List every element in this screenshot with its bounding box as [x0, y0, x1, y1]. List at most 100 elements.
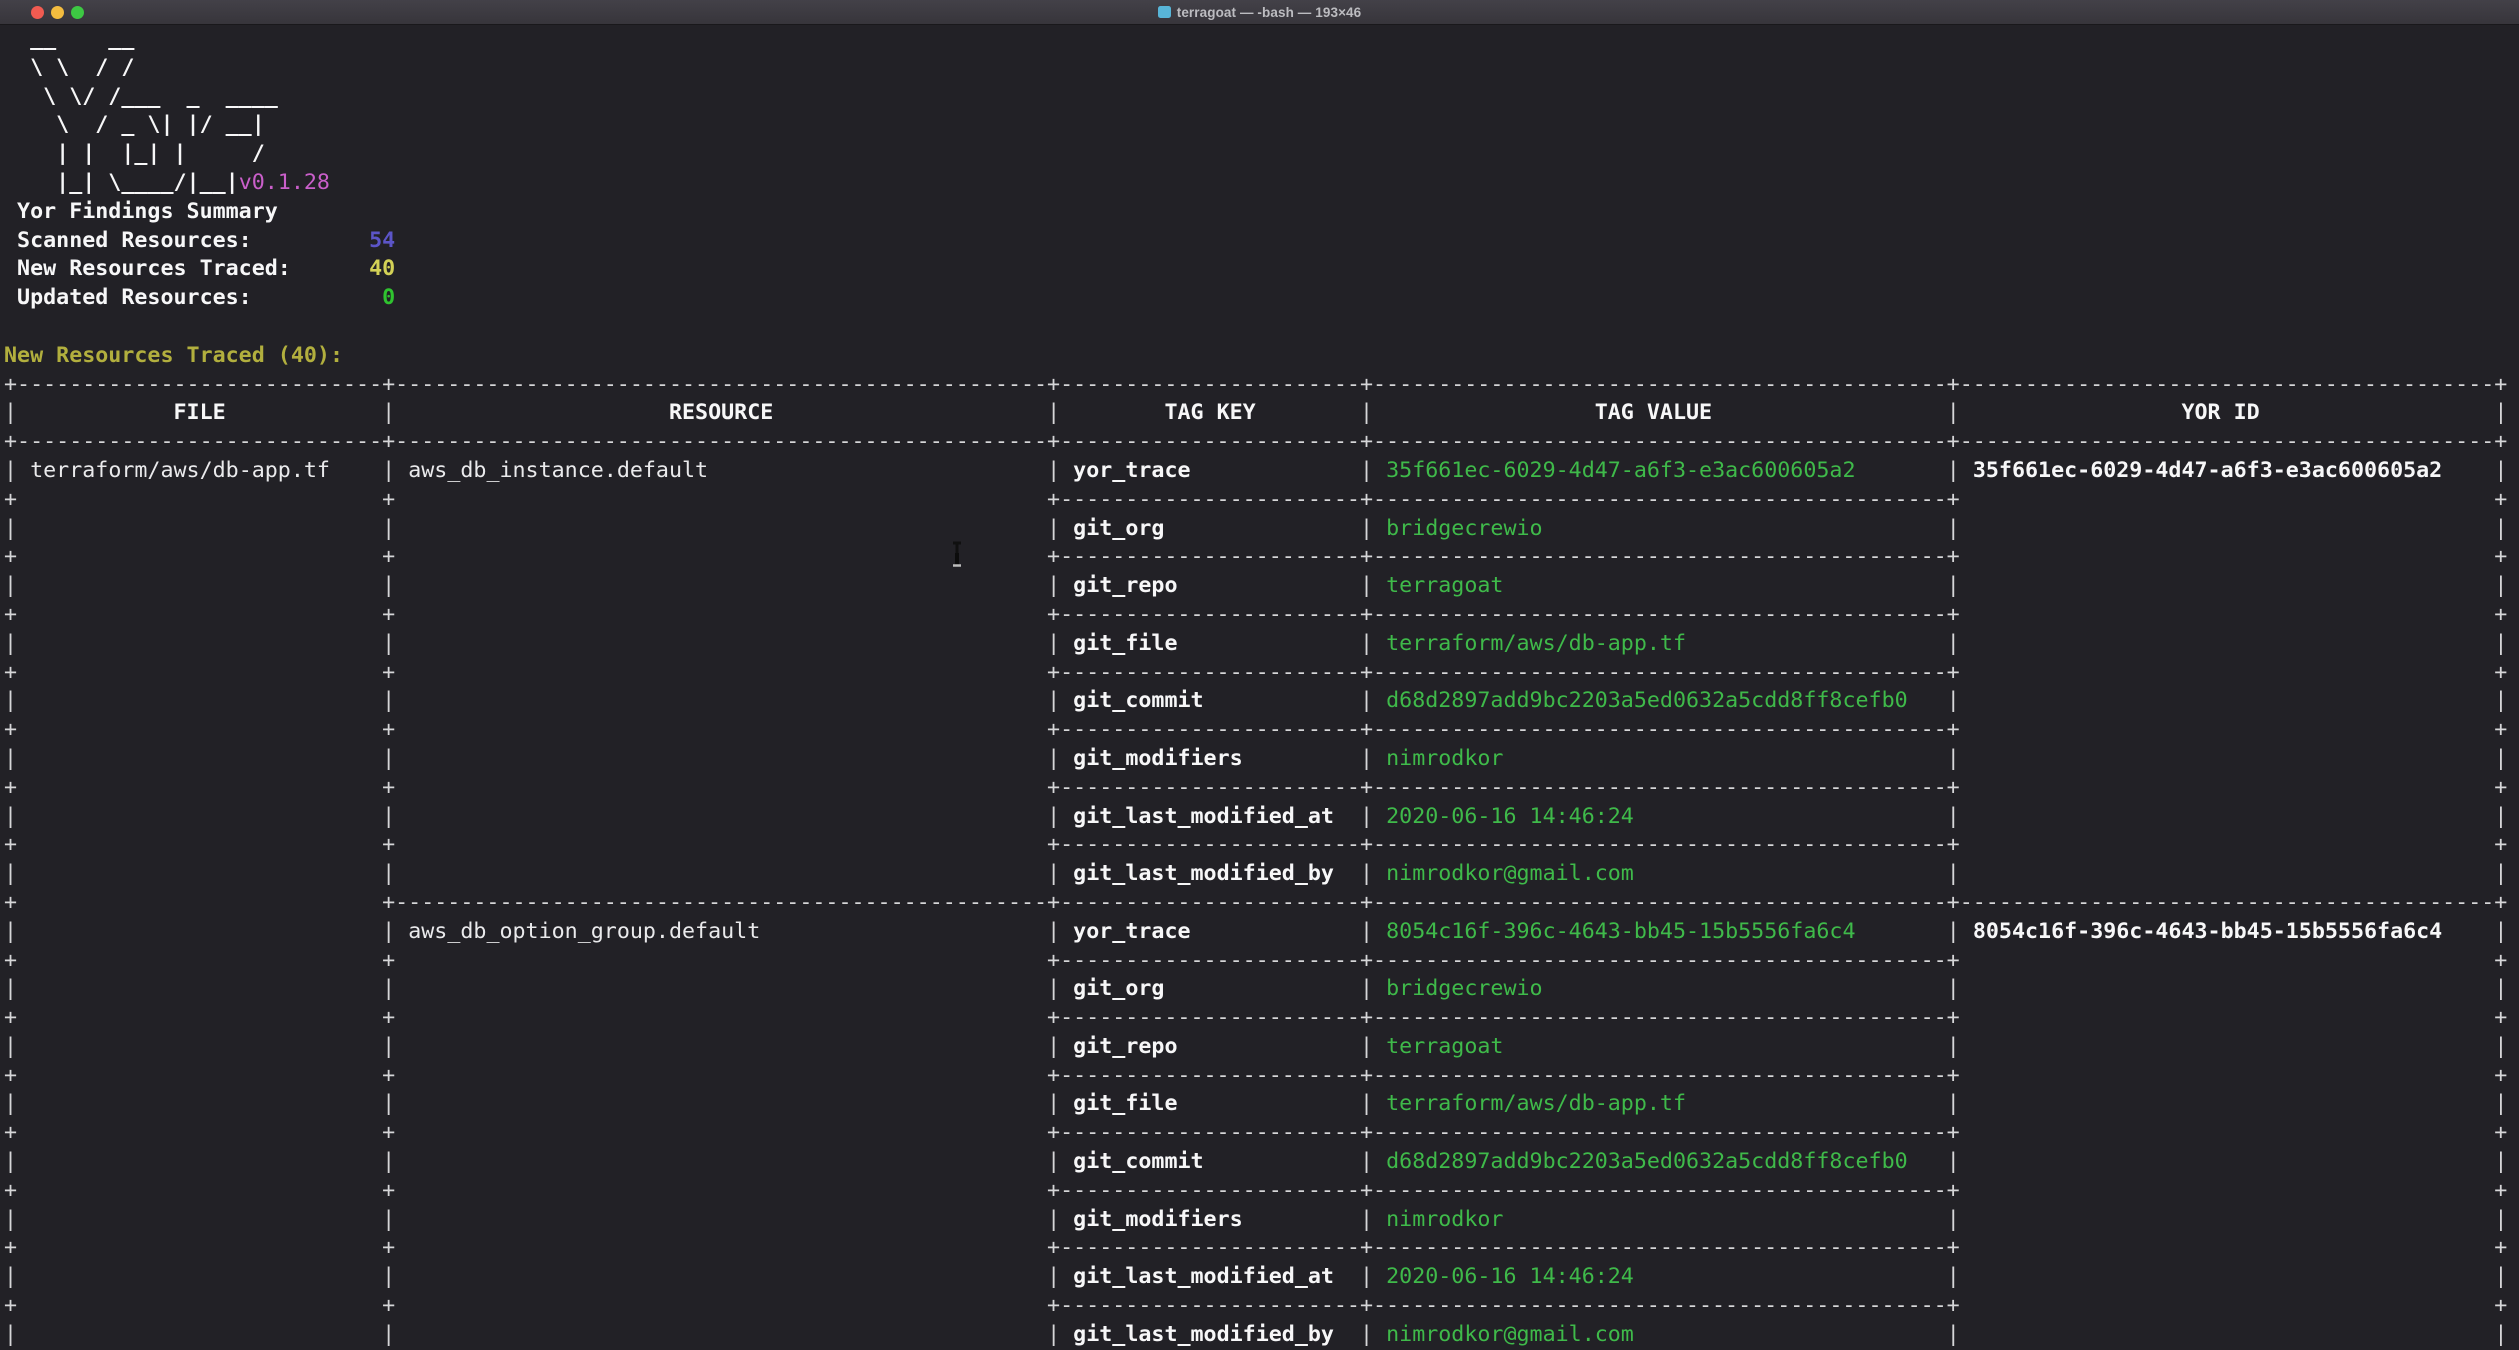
tag-key-cell: git_modifiers — [1060, 1207, 1360, 1232]
table-border: | — [2494, 804, 2507, 829]
table-border: | — [1360, 631, 1373, 656]
minimize-button[interactable] — [51, 6, 64, 19]
terminal-row: |_| \____/|__|v0.1.28 — [4, 169, 2519, 198]
resource-cell: aws_db_instance.default — [395, 458, 1047, 483]
tag-key-cell: git_org — [1060, 516, 1360, 541]
table-border: | — [382, 804, 395, 829]
tag-key-cell: git_repo — [1060, 573, 1360, 598]
terminal-row: | | | git_org | bridgecrewio | | — [4, 975, 2519, 1004]
resource-cell: aws_db_option_group.default — [395, 919, 1047, 944]
table-border: | — [1047, 919, 1060, 944]
table-border: | — [382, 861, 395, 886]
file-cell — [17, 688, 382, 713]
terminal-row: | | | git_last_modified_by | nimrodkor@g… — [4, 860, 2519, 889]
table-border: | — [1947, 516, 1960, 541]
tag-key-cell: git_modifiers — [1060, 746, 1360, 771]
table-border: | — [382, 400, 395, 425]
terminal-row: | | |_| | / — [4, 140, 2519, 169]
table-border: | — [1360, 746, 1373, 771]
file-cell — [17, 919, 382, 944]
table-border: | — [2494, 1322, 2507, 1347]
table-border: | — [1947, 573, 1960, 598]
zoom-button[interactable] — [71, 6, 84, 19]
resource-cell — [395, 1034, 1047, 1059]
table-border: | — [1047, 804, 1060, 829]
file-cell — [17, 804, 382, 829]
file-cell — [17, 746, 382, 771]
table-border: | — [1360, 1034, 1373, 1059]
yor-id-cell — [1960, 688, 2495, 713]
table-border: | — [4, 919, 17, 944]
ibeam-cursor-icon — [951, 541, 963, 568]
terminal-row: | | | git_modifiers | nimrodkor | | — [4, 745, 2519, 774]
column-header: RESOURCE — [395, 400, 1047, 425]
tag-key-cell: git_commit — [1060, 1149, 1360, 1174]
yor-id-cell — [1960, 516, 2495, 541]
tag-value-cell: terragoat — [1373, 573, 1947, 598]
table-border: | — [1947, 1034, 1960, 1059]
table-border: | — [4, 1322, 17, 1347]
table-border: | — [1047, 631, 1060, 656]
table-border: | — [1947, 746, 1960, 771]
file-cell — [17, 631, 382, 656]
table-border: | — [4, 1034, 17, 1059]
table-border: | — [382, 458, 395, 483]
traffic-lights — [31, 6, 84, 19]
terminal-row: + + +-----------------------+-----------… — [4, 543, 2519, 572]
summary-title: Yor Findings Summary — [4, 199, 278, 224]
yor-id-cell — [1960, 746, 2495, 771]
table-border: | — [4, 516, 17, 541]
table-border: | — [1047, 746, 1060, 771]
table-border: | — [1360, 573, 1373, 598]
terminal-row: + + +-----------------------+-----------… — [4, 601, 2519, 630]
terminal-row: | | | git_modifiers | nimrodkor | | — [4, 1206, 2519, 1235]
table-border: | — [2494, 631, 2507, 656]
tag-key-cell: git_file — [1060, 631, 1360, 656]
tag-value-cell: nimrodkor@gmail.com — [1373, 861, 1947, 886]
close-button[interactable] — [31, 6, 44, 19]
table-border: | — [1947, 1322, 1960, 1347]
file-cell — [17, 516, 382, 541]
table-border: | — [2494, 1034, 2507, 1059]
table-border: | — [2494, 1091, 2507, 1116]
ascii-logo-line: \ \ / / — [4, 55, 134, 80]
file-cell — [17, 861, 382, 886]
terminal-row: | | aws_db_option_group.default | yor_tr… — [4, 918, 2519, 947]
summary-label: Scanned Resources: — [4, 228, 369, 253]
terminal-row: | | | git_repo | terragoat | | — [4, 1033, 2519, 1062]
table-border: | — [1947, 919, 1960, 944]
window-title-area: terragoat — -bash — 193×46 — [1158, 5, 1362, 20]
table-border: | — [1947, 804, 1960, 829]
table-border: | — [2494, 861, 2507, 886]
ascii-logo-line: | | |_| | / — [4, 141, 265, 166]
terminal-row: | | | git_last_modified_at | 2020-06-16 … — [4, 803, 2519, 832]
yor-id-cell — [1960, 1322, 2495, 1347]
table-border: | — [1047, 1034, 1060, 1059]
yor-id-cell — [1960, 1264, 2495, 1289]
resource-cell — [395, 1149, 1047, 1174]
table-border: + + +-----------------------+-----------… — [4, 602, 2507, 627]
yor-id-cell — [1960, 631, 2495, 656]
terminal-row: \ \/ /___ _ ____ — [4, 83, 2519, 112]
terminal-row: + + +-----------------------+-----------… — [4, 1119, 2519, 1148]
table-border: | — [4, 1264, 17, 1289]
tag-value-cell: d68d2897add9bc2203a5ed0632a5cdd8ff8cefb0 — [1373, 1149, 1947, 1174]
summary-label: Updated Resources: — [4, 285, 382, 310]
terminal-row: \ \ / / — [4, 54, 2519, 83]
table-border: | — [1360, 1149, 1373, 1174]
terminal-row: + + +-----------------------+-----------… — [4, 774, 2519, 803]
table-border: | — [382, 746, 395, 771]
table-border: + + +-----------------------+-----------… — [4, 948, 2507, 973]
table-border: + + +-----------------------+-----------… — [4, 1063, 2507, 1088]
table-border: | — [1047, 516, 1060, 541]
table-border: | — [1947, 1149, 1960, 1174]
table-border: | — [382, 573, 395, 598]
table-border: | — [1947, 1091, 1960, 1116]
table-border: | — [4, 861, 17, 886]
tag-key-cell: yor_trace — [1060, 919, 1360, 944]
terminal-row: + +-------------------------------------… — [4, 889, 2519, 918]
terminal-row — [4, 313, 2519, 342]
tag-value-cell: 2020-06-16 14:46:24 — [1373, 1264, 1947, 1289]
table-border: | — [4, 631, 17, 656]
terminal-row: +----------------------------+----------… — [4, 428, 2519, 457]
